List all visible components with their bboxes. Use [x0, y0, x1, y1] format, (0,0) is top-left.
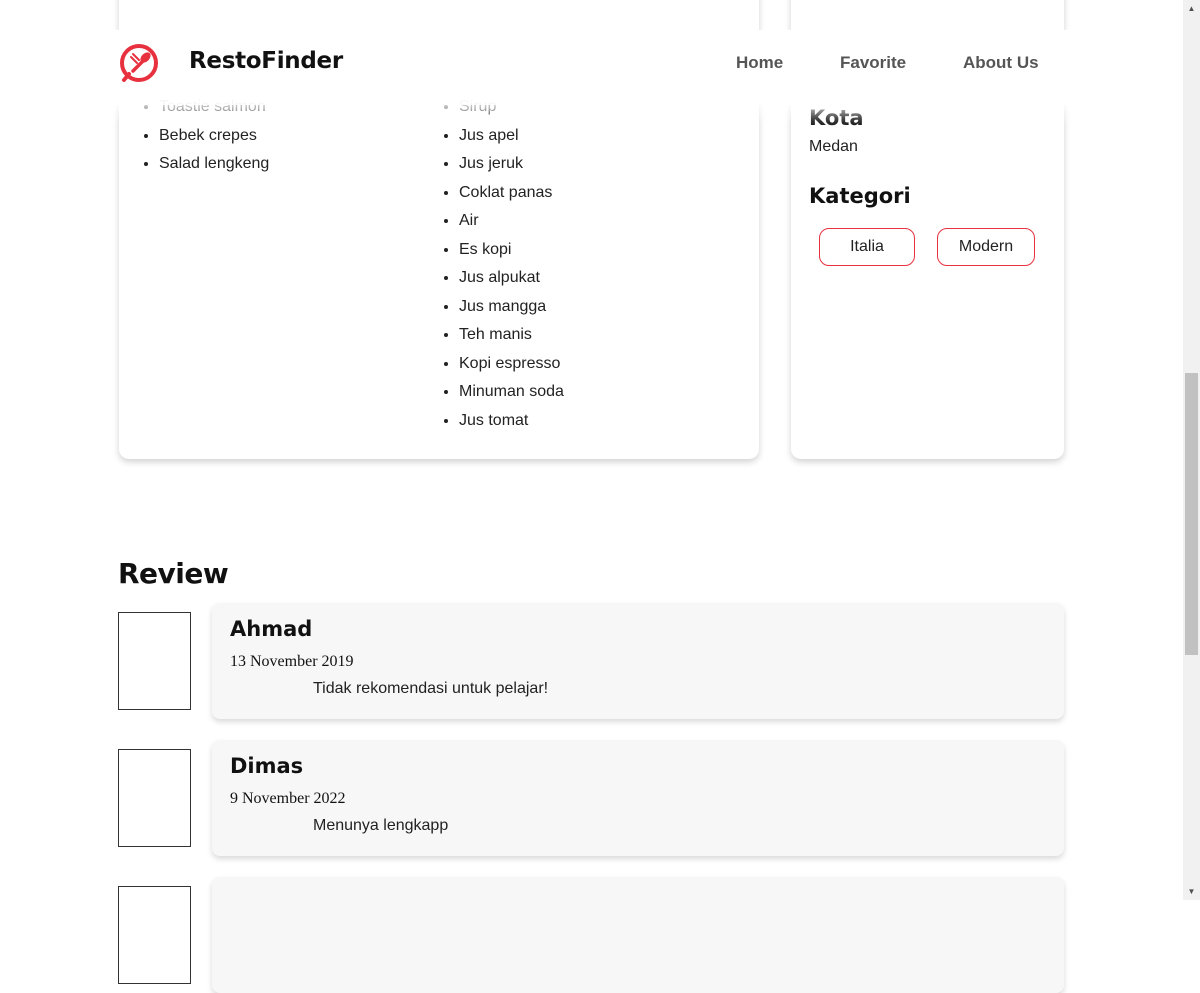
avatar	[118, 749, 191, 847]
reviewer-name: Dimas	[230, 754, 304, 778]
nav-about-us[interactable]: About Us	[963, 53, 1039, 73]
list-item: Salad lengkeng	[159, 150, 269, 179]
list-item: Jus alpukat	[459, 264, 564, 293]
list-item: Minuman soda	[459, 378, 564, 407]
city-label: Kota	[809, 106, 864, 130]
review-text: Menunya lengkapp	[313, 817, 449, 834]
category-chip-italia[interactable]: Italia	[819, 228, 915, 266]
list-item: Kopi espresso	[459, 350, 564, 379]
scroll-up-icon[interactable]: ▲	[1183, 0, 1200, 17]
list-item: Es kopi	[459, 236, 564, 265]
city-value: Medan	[809, 138, 858, 155]
review-card	[212, 877, 1064, 993]
avatar	[118, 612, 191, 710]
drink-list: Sirup Jus apel Jus jeruk Coklat panas Ai…	[439, 93, 564, 435]
brand-name[interactable]: RestoFinder	[189, 48, 343, 74]
category-chip-modern[interactable]: Modern	[937, 228, 1035, 266]
nav-home[interactable]: Home	[736, 53, 783, 73]
review-heading: Review	[118, 557, 229, 590]
list-item: Bebek crepes	[159, 122, 269, 151]
reviewer-name: Ahmad	[230, 617, 313, 641]
review-card: Ahmad 13 November 2019 Tidak rekomendasi…	[212, 603, 1064, 719]
scroll-thumb[interactable]	[1185, 373, 1198, 655]
page-scrollbar[interactable]: ▲ ▼	[1183, 0, 1200, 900]
list-item: Jus tomat	[459, 407, 564, 436]
category-label: Kategori	[809, 184, 911, 208]
fork-spoon-logo-icon[interactable]	[118, 42, 160, 84]
review-text: Tidak rekomendasi untuk pelajar!	[313, 680, 549, 697]
nav-favorite[interactable]: Favorite	[840, 53, 906, 73]
review-card: Dimas 9 November 2022 Menunya lengkapp	[212, 740, 1064, 856]
review-date: 13 November 2019	[230, 653, 354, 670]
list-item: Air	[459, 207, 564, 236]
list-item: Jus apel	[459, 122, 564, 151]
food-list: Toastie salmon Bebek crepes Salad lengke…	[139, 93, 269, 179]
avatar	[118, 886, 191, 984]
review-date: 9 November 2022	[230, 790, 346, 807]
scroll-down-icon[interactable]: ▼	[1183, 883, 1200, 900]
list-item: Jus mangga	[459, 293, 564, 322]
list-item: Jus jeruk	[459, 150, 564, 179]
list-item: Teh manis	[459, 321, 564, 350]
list-item: Coklat panas	[459, 179, 564, 208]
